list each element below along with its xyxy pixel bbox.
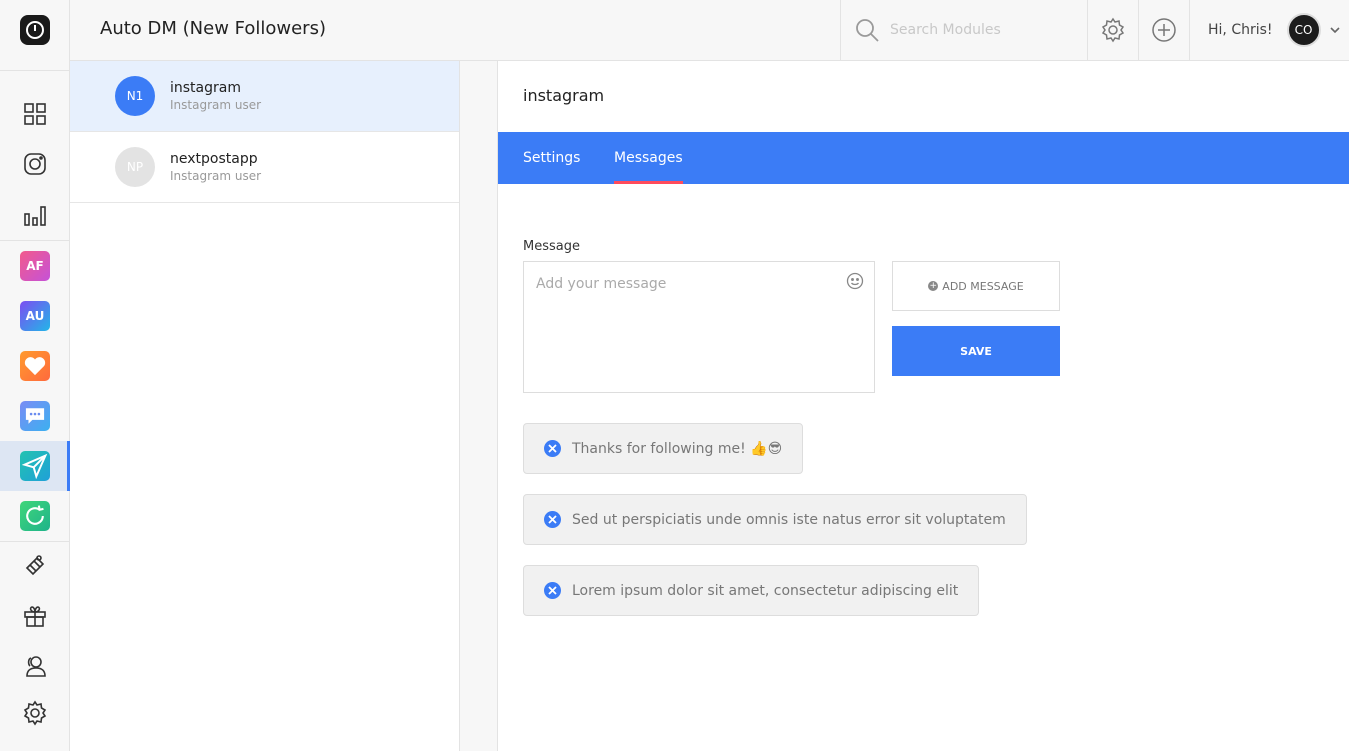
dashboard-icon[interactable]	[0, 89, 70, 139]
account-item[interactable]: NP nextpostapp Instagram user	[70, 132, 459, 203]
user-greeting: Hi, Chris!	[1208, 22, 1273, 38]
emoji-icon[interactable]	[846, 272, 864, 290]
tab-bar: Settings Messages	[498, 132, 1349, 184]
selected-account-title: instagram	[523, 86, 605, 105]
message-text: Sed ut perspiciatis unde omnis iste natu…	[572, 511, 1006, 528]
auto-unfollow-module[interactable]: AU	[0, 291, 70, 341]
account-avatar: N1	[115, 76, 155, 116]
auto-repost-module[interactable]	[0, 491, 70, 541]
search-input[interactable]	[890, 22, 1070, 38]
settings-button[interactable]	[1087, 0, 1138, 60]
save-button[interactable]: SAVE	[892, 326, 1060, 376]
account-avatar: NP	[115, 147, 155, 187]
plugins-icon[interactable]	[0, 541, 70, 591]
icon-rail: AF AU	[0, 0, 70, 751]
remove-message-icon[interactable]	[544, 582, 561, 599]
message-chip: Thanks for following me! 👍😎	[523, 423, 804, 474]
add-message-label: ADD MESSAGE	[942, 279, 1024, 293]
auto-comment-module[interactable]	[0, 391, 70, 441]
users-icon[interactable]	[0, 641, 70, 691]
message-chip: Lorem ipsum dolor sit amet, consectetur …	[523, 565, 980, 616]
tab-settings[interactable]: Settings	[523, 132, 580, 184]
tab-messages[interactable]: Messages	[614, 132, 683, 184]
statistics-icon[interactable]	[0, 190, 70, 240]
instagram-icon[interactable]	[0, 139, 70, 189]
rail-divider	[0, 70, 70, 71]
auto-follow-module[interactable]: AF	[0, 241, 70, 291]
account-type: Instagram user	[170, 98, 262, 112]
page-title: Auto DM (New Followers)	[100, 18, 326, 39]
message-text: Lorem ipsum dolor sit amet, consectetur …	[572, 582, 959, 599]
remove-message-icon[interactable]	[544, 440, 561, 457]
main-panel: instagram Settings Messages Message + AD…	[498, 61, 1349, 751]
account-name: instagram	[170, 80, 241, 96]
remove-message-icon[interactable]	[544, 511, 561, 528]
message-text: Thanks for following me! 👍😎	[572, 440, 783, 457]
avatar: CO	[1286, 13, 1321, 47]
auto-follow-tile: AF	[20, 251, 50, 281]
message-input[interactable]	[536, 276, 862, 378]
user-menu[interactable]: Hi, Chris! CO	[1189, 0, 1349, 60]
account-item[interactable]: N1 instagram Instagram user	[70, 61, 459, 132]
repost-icon	[20, 501, 50, 531]
top-bar: Auto DM (New Followers) Hi, Chris! CO	[70, 0, 1349, 61]
heart-icon	[20, 351, 50, 381]
panel-gutter	[460, 61, 498, 751]
account-type: Instagram user	[170, 169, 262, 183]
account-list: N1 instagram Instagram user NP nextposta…	[70, 61, 460, 751]
app-logo[interactable]	[20, 15, 50, 45]
chevron-down-icon	[1329, 27, 1340, 34]
add-message-button[interactable]: + ADD MESSAGE	[892, 261, 1060, 311]
send-icon	[20, 451, 50, 481]
account-name: nextpostapp	[170, 151, 258, 167]
module-search[interactable]	[840, 0, 1087, 60]
message-label: Message	[523, 239, 580, 254]
auto-like-module[interactable]	[0, 341, 70, 391]
gift-icon[interactable]	[0, 591, 70, 641]
auto-dm-module[interactable]	[0, 441, 70, 491]
settings-gear-icon[interactable]	[0, 688, 70, 738]
plus-circle-icon	[1152, 18, 1176, 42]
message-box	[523, 261, 875, 393]
search-icon	[856, 19, 879, 42]
add-button[interactable]	[1138, 0, 1189, 60]
gear-icon	[1101, 17, 1125, 43]
auto-unfollow-tile: AU	[20, 301, 50, 331]
plus-icon: +	[928, 281, 939, 291]
message-chip: Sed ut perspiciatis unde omnis iste natu…	[523, 494, 1027, 545]
comment-icon	[20, 401, 50, 431]
